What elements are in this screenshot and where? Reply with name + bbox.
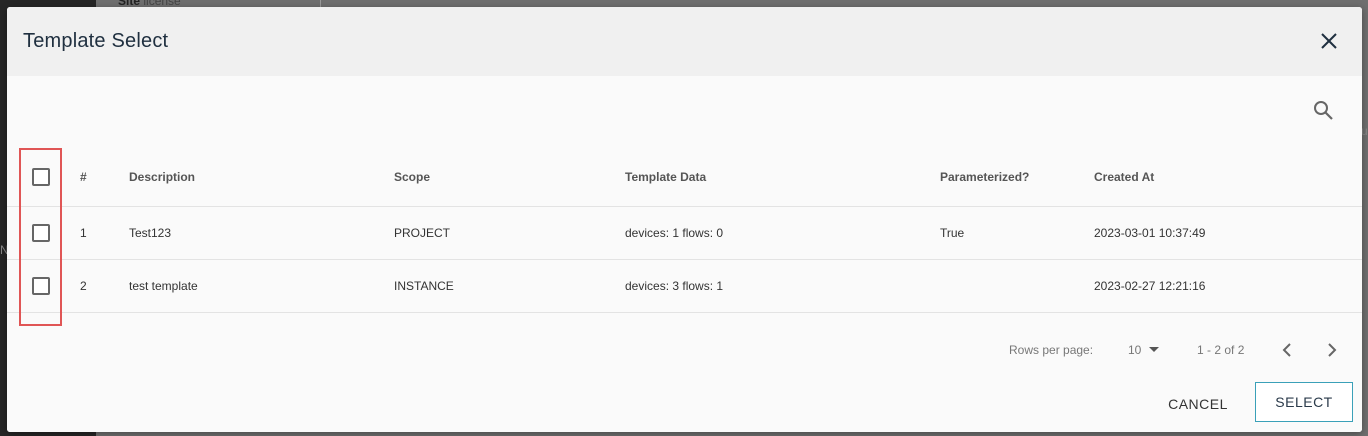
rows-per-page-label: Rows per page:	[1009, 343, 1094, 357]
row-description: test template	[129, 279, 198, 293]
template-select-dialog: Template Select # Description Scope Temp…	[7, 7, 1362, 432]
rows-per-page-value: 10	[1128, 343, 1142, 357]
backdrop-edge-right: u	[1361, 124, 1368, 138]
column-header-index[interactable]: #	[80, 170, 87, 184]
caret-down-icon	[1149, 347, 1160, 353]
column-header-created-at[interactable]: Created At	[1094, 170, 1154, 184]
row-template-data: devices: 1 flows: 0	[625, 226, 724, 240]
column-header-scope[interactable]: Scope	[394, 170, 430, 184]
table-row[interactable]: 1 Test123 PROJECT devices: 1 flows: 0 Tr…	[7, 207, 1362, 260]
row-checkbox[interactable]	[32, 277, 50, 295]
templates-table: # Description Scope Template Data Parame…	[7, 147, 1362, 313]
search-icon-svg	[1314, 101, 1333, 120]
table-row[interactable]: 2 test template INSTANCE devices: 3 flow…	[7, 260, 1362, 313]
row-checkbox[interactable]	[32, 224, 50, 242]
page-range: 1 - 2 of 2	[1197, 343, 1245, 357]
row-description: Test123	[129, 226, 172, 240]
row-created-at: 2023-02-27 12:21:16	[1094, 279, 1206, 293]
dialog-header: Template Select	[7, 7, 1362, 76]
dialog-title: Template Select	[23, 30, 169, 52]
close-icon-svg	[1321, 33, 1337, 49]
row-scope: INSTANCE	[394, 279, 454, 293]
cancel-button[interactable]: CANCEL	[1153, 384, 1243, 424]
chevron-left-icon	[1282, 343, 1291, 357]
previous-page-button[interactable]	[1277, 339, 1299, 361]
chevron-right-icon	[1328, 343, 1337, 357]
table-header-row: # Description Scope Template Data Parame…	[7, 147, 1362, 207]
close-icon[interactable]	[1318, 30, 1340, 52]
row-index: 2	[80, 279, 87, 293]
row-parameterized: True	[940, 226, 965, 240]
dialog-footer: CANCEL SELECT	[7, 375, 1362, 432]
row-template-data: devices: 3 flows: 1	[625, 279, 724, 293]
row-scope: PROJECT	[394, 226, 451, 240]
select-all-checkbox[interactable]	[32, 167, 50, 186]
select-button[interactable]: SELECT	[1255, 382, 1353, 422]
next-page-button[interactable]	[1320, 339, 1342, 361]
search-icon[interactable]	[1311, 98, 1335, 122]
column-header-description[interactable]: Description	[129, 170, 195, 184]
column-header-template-data[interactable]: Template Data	[625, 170, 706, 184]
rows-per-page-select[interactable]: 10	[1128, 341, 1160, 359]
row-index: 1	[80, 226, 87, 240]
row-created-at: 2023-03-01 10:37:49	[1094, 226, 1206, 240]
pagination: Rows per page: 10 1 - 2 of 2	[7, 325, 1362, 375]
column-header-parameterized[interactable]: Parameterized?	[940, 170, 1029, 184]
